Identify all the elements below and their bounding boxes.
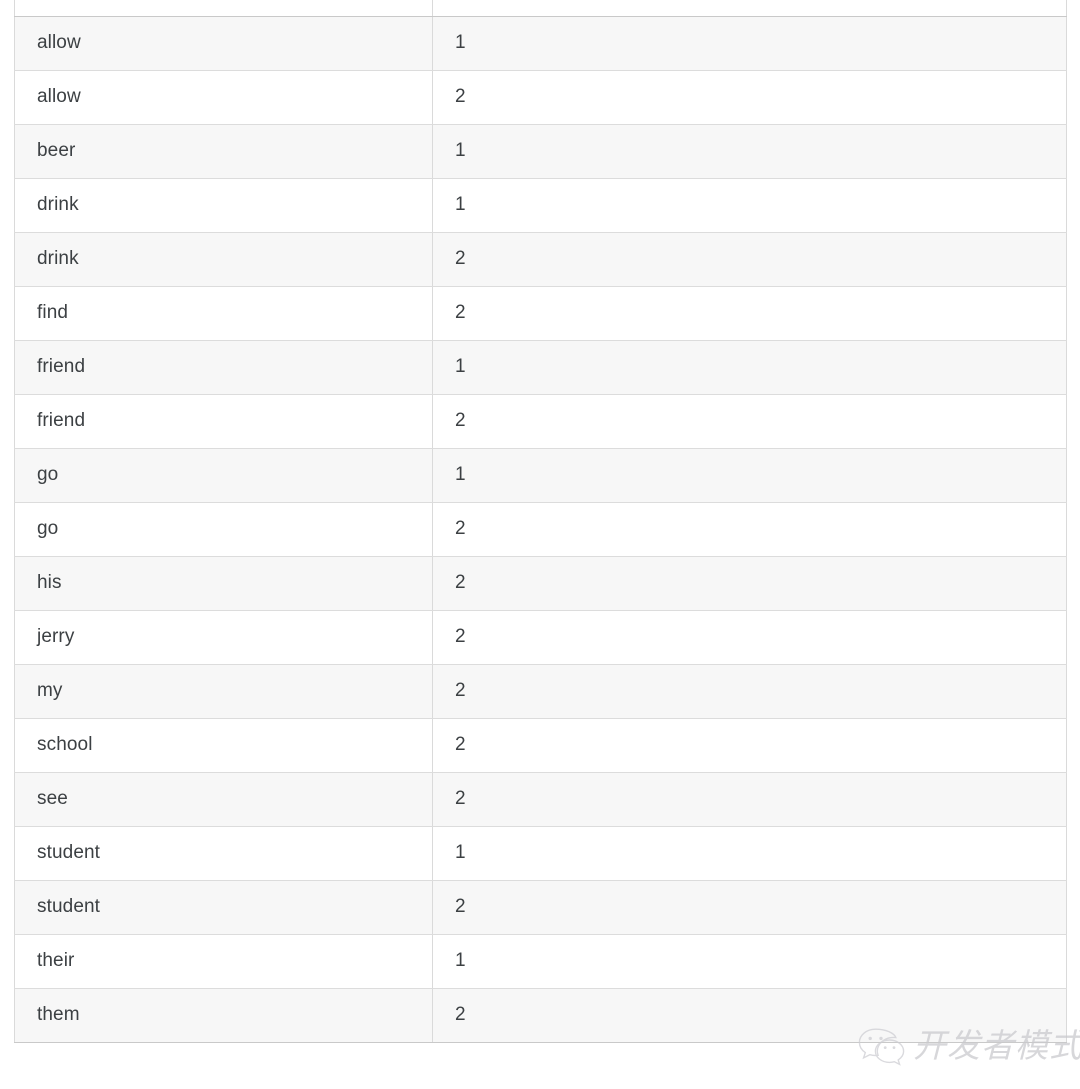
table-header-row: [14, 0, 1067, 17]
table-row[interactable]: allow 2: [14, 70, 1067, 125]
cell-count: 1: [432, 934, 1067, 989]
cell-count: 2: [432, 70, 1067, 125]
cell-count: 1: [432, 16, 1067, 71]
table-row[interactable]: beer 1: [14, 124, 1067, 179]
word-count-table-container: allow 1 allow 2 beer 1 drink 1 drink 2 find 2 friend…: [14, 0, 1067, 1043]
cell-count: 2: [432, 286, 1067, 341]
cell-word: his: [14, 556, 433, 611]
table-row[interactable]: my 2: [14, 664, 1067, 719]
cell-word: beer: [14, 124, 433, 179]
cell-count: 1: [432, 826, 1067, 881]
cell-word: their: [14, 934, 433, 989]
page-root: allow 1 allow 2 beer 1 drink 1 drink 2 find 2 friend…: [0, 0, 1080, 1089]
table-row[interactable]: student 2: [14, 880, 1067, 935]
table-row[interactable]: drink 1: [14, 178, 1067, 233]
cell-word: them: [14, 988, 433, 1043]
table-row[interactable]: go 2: [14, 502, 1067, 557]
table-row[interactable]: their 1: [14, 934, 1067, 989]
cell-count: 2: [432, 394, 1067, 449]
cell-word: friend: [14, 394, 433, 449]
cell-count: 2: [432, 556, 1067, 611]
cell-word: jerry: [14, 610, 433, 665]
cell-count: 2: [432, 988, 1067, 1043]
table-row[interactable]: student 1: [14, 826, 1067, 881]
cell-count: 1: [432, 448, 1067, 503]
cell-word: allow: [14, 16, 433, 71]
cell-word: see: [14, 772, 433, 827]
cell-count: 2: [432, 232, 1067, 287]
table-row[interactable]: jerry 2: [14, 610, 1067, 665]
cell-count: 1: [432, 124, 1067, 179]
cell-count: 2: [432, 664, 1067, 719]
cell-count: 2: [432, 772, 1067, 827]
table-body: allow 1 allow 2 beer 1 drink 1 drink 2 find 2 friend…: [14, 16, 1067, 1043]
table-row[interactable]: his 2: [14, 556, 1067, 611]
cell-count: 2: [432, 610, 1067, 665]
cell-word: my: [14, 664, 433, 719]
table-row[interactable]: drink 2: [14, 232, 1067, 287]
cell-count: 1: [432, 340, 1067, 395]
cell-word: friend: [14, 340, 433, 395]
table-row[interactable]: allow 1: [14, 16, 1067, 71]
cell-word: student: [14, 880, 433, 935]
cell-word: go: [14, 448, 433, 503]
table-row[interactable]: find 2: [14, 286, 1067, 341]
table-row[interactable]: go 1: [14, 448, 1067, 503]
table-row[interactable]: friend 2: [14, 394, 1067, 449]
table-row[interactable]: friend 1: [14, 340, 1067, 395]
cell-count: 2: [432, 880, 1067, 935]
table-row[interactable]: see 2: [14, 772, 1067, 827]
table-row[interactable]: school 2: [14, 718, 1067, 773]
column-header-count[interactable]: [432, 0, 1067, 17]
cell-word: go: [14, 502, 433, 557]
cell-count: 1: [432, 178, 1067, 233]
cell-word: allow: [14, 70, 433, 125]
cell-count: 2: [432, 502, 1067, 557]
cell-count: 2: [432, 718, 1067, 773]
cell-word: find: [14, 286, 433, 341]
word-count-table: allow 1 allow 2 beer 1 drink 1 drink 2 find 2 friend…: [14, 0, 1067, 1043]
table-header: [14, 0, 1067, 17]
cell-word: student: [14, 826, 433, 881]
cell-word: drink: [14, 232, 433, 287]
cell-word: drink: [14, 178, 433, 233]
column-header-word[interactable]: [14, 0, 433, 17]
table-row[interactable]: them 2: [14, 988, 1067, 1043]
cell-word: school: [14, 718, 433, 773]
